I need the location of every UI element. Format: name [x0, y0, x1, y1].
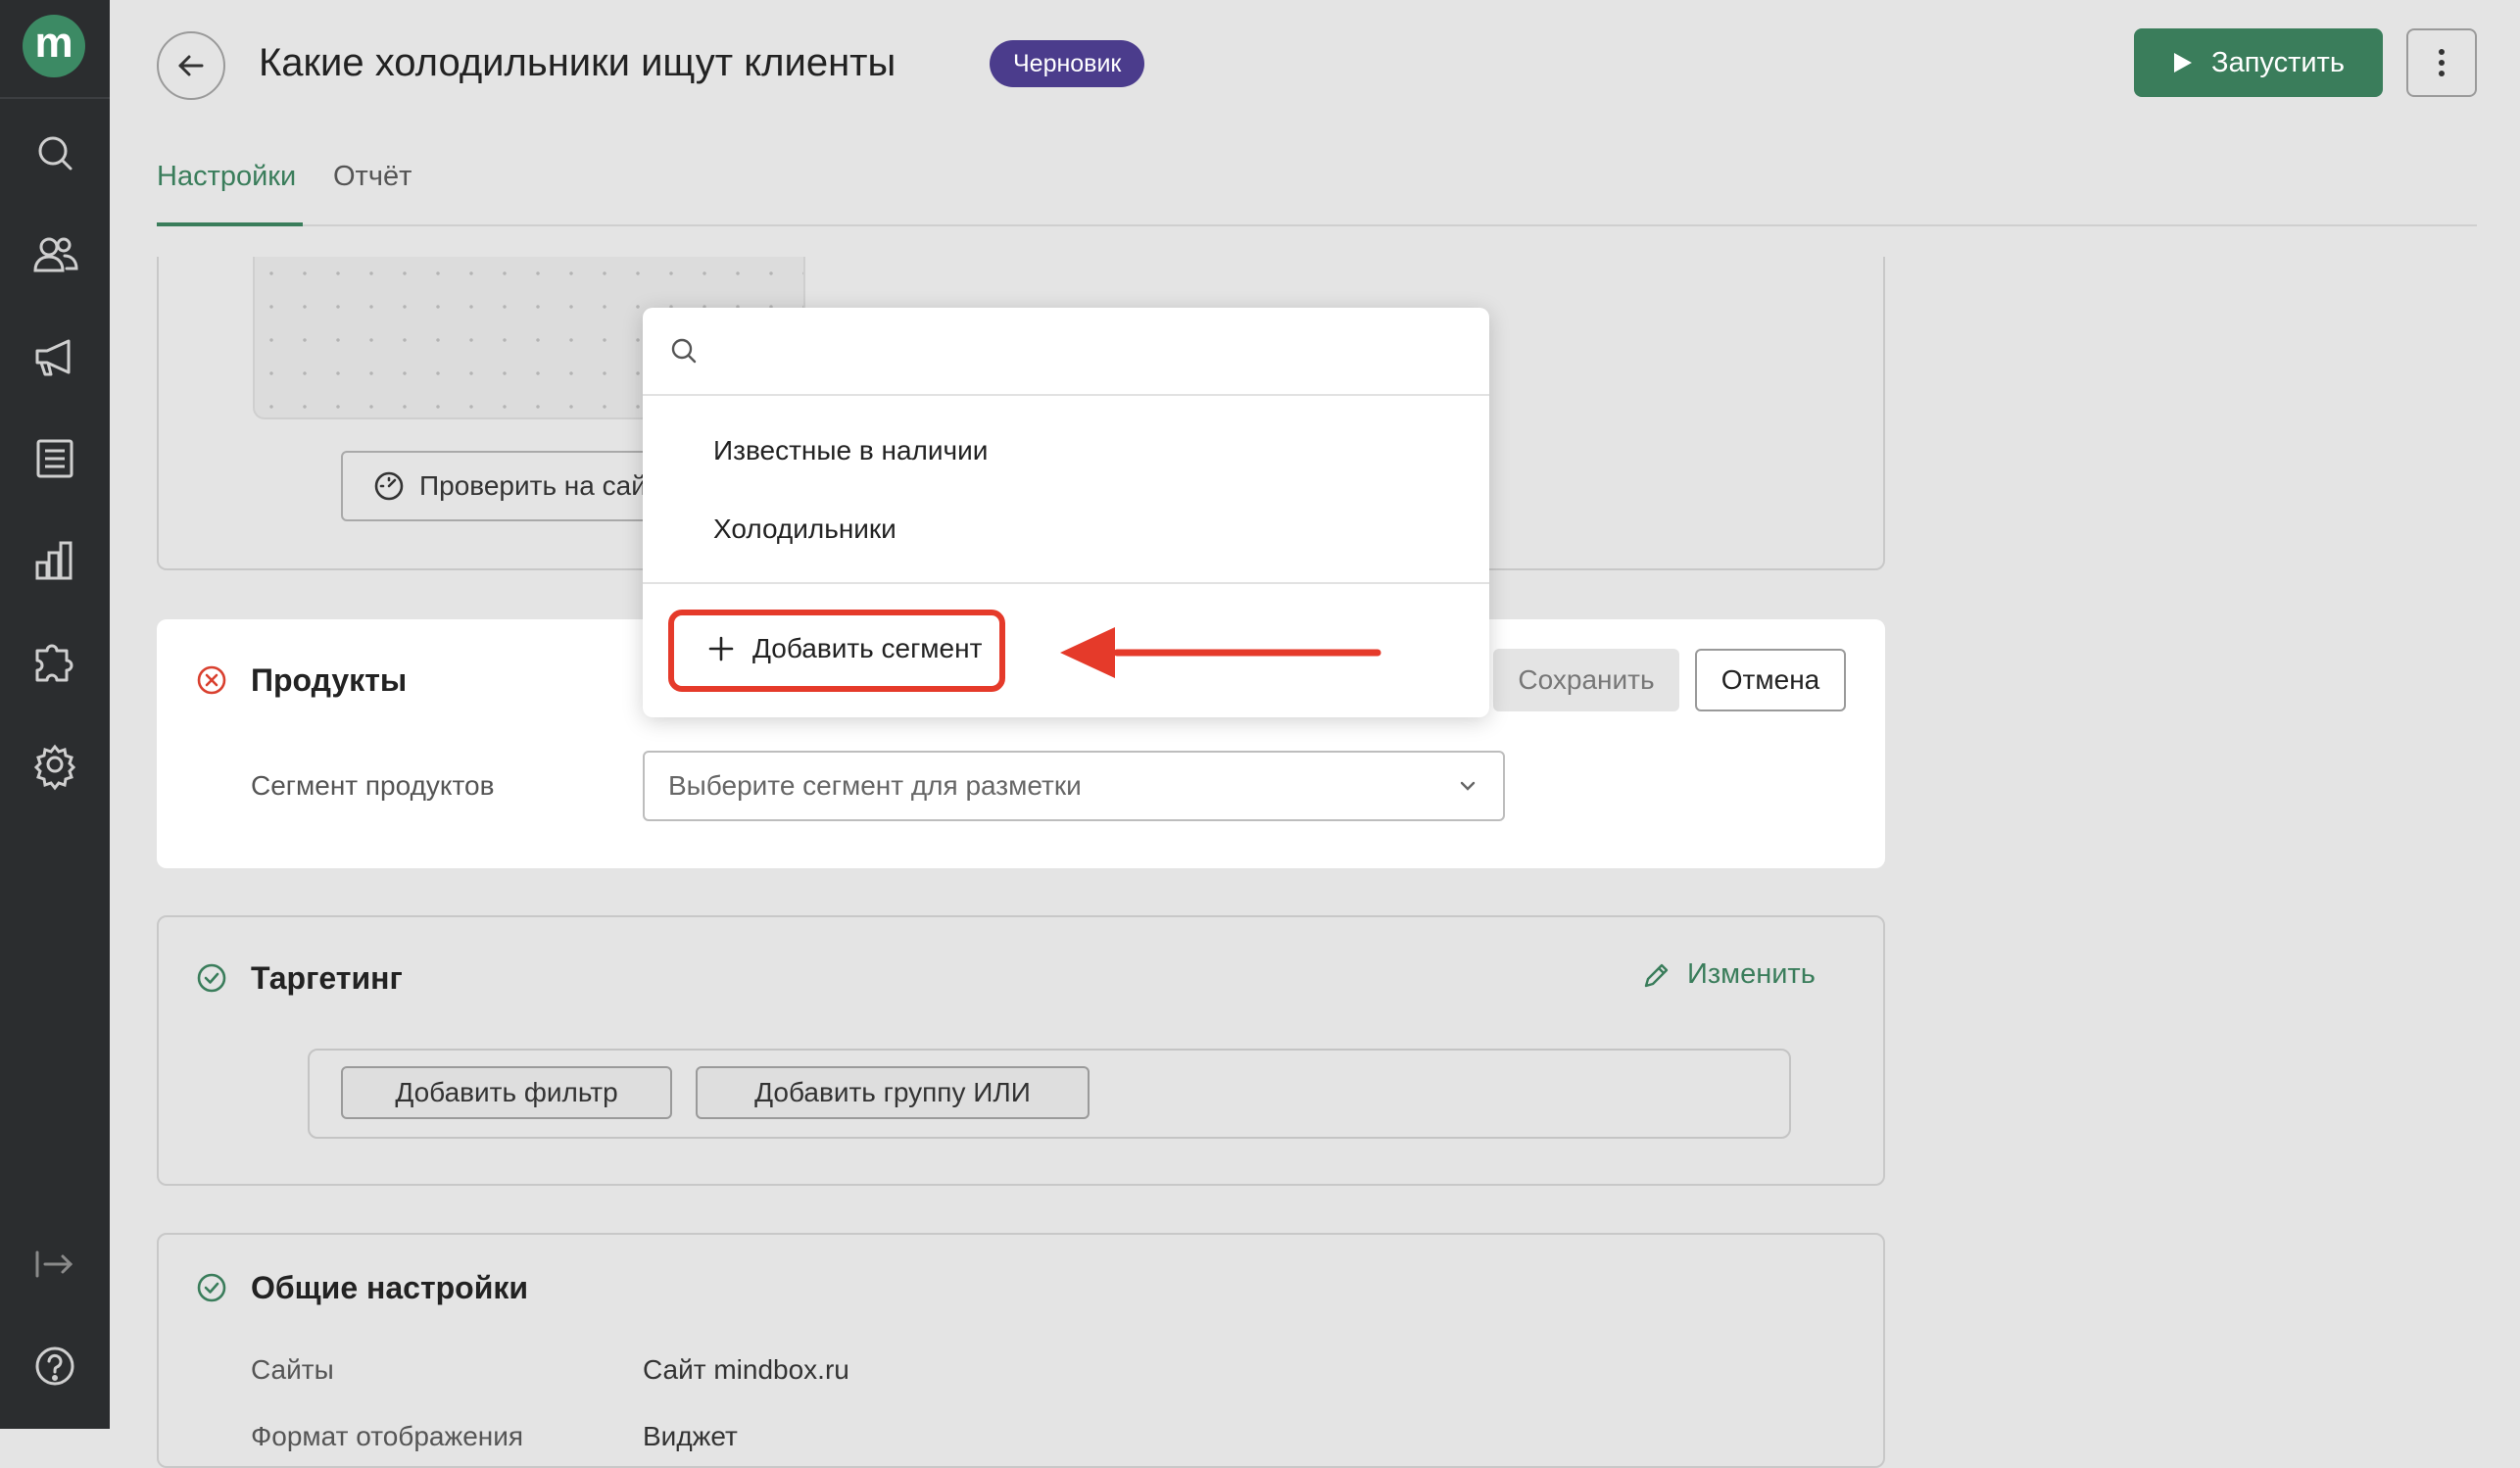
- sidebar-divider: [0, 97, 110, 99]
- segment-label: Сегмент продуктов: [251, 770, 495, 801]
- more-button[interactable]: [2406, 28, 2477, 97]
- page-title: Какие холодильники ищут клиенты: [259, 41, 897, 84]
- search-icon[interactable]: [27, 125, 82, 180]
- add-filter-button[interactable]: Добавить фильтр: [341, 1066, 672, 1119]
- sites-label: Сайты: [251, 1354, 334, 1385]
- run-button[interactable]: Запустить: [2134, 28, 2383, 97]
- display-format-value: Виджет: [643, 1421, 738, 1451]
- edit-link-label: Изменить: [1687, 958, 1816, 990]
- users-icon[interactable]: [27, 227, 82, 282]
- chevron-down-icon: [1460, 781, 1476, 791]
- add-segment-button[interactable]: Добавить сегмент: [707, 629, 982, 668]
- dropdown-option[interactable]: Холодильники: [713, 510, 897, 549]
- back-button[interactable]: [157, 31, 225, 100]
- save-button[interactable]: Сохранить: [1493, 649, 1679, 711]
- plus-icon: [708, 636, 734, 661]
- collapse-icon[interactable]: [27, 1237, 82, 1292]
- edit-targeting-link[interactable]: Изменить: [1642, 958, 1816, 991]
- sidebar: m: [0, 0, 110, 1429]
- dropdown-divider: [643, 582, 1489, 584]
- targeting-title: Таргетинг: [251, 960, 403, 996]
- error-circle-icon: [196, 664, 227, 696]
- sites-value: Сайт mindbox.ru: [643, 1354, 849, 1385]
- document-icon[interactable]: [27, 431, 82, 486]
- display-format-label: Формат отображения: [251, 1421, 524, 1451]
- check-on-site-label: Проверить на сайте: [419, 470, 674, 501]
- arrow-left-icon: [178, 55, 204, 76]
- active-tab-indicator: [157, 222, 303, 226]
- megaphone-icon[interactable]: [27, 329, 82, 384]
- check-circle-icon: [196, 1272, 227, 1303]
- add-or-group-button[interactable]: Добавить группу ИЛИ: [696, 1066, 1090, 1119]
- tab-settings[interactable]: Настройки: [157, 157, 296, 196]
- bar-chart-icon[interactable]: [27, 533, 82, 588]
- dropdown-option[interactable]: Известные в наличии: [713, 431, 988, 470]
- check-circle-icon: [196, 962, 227, 994]
- gear-icon[interactable]: [27, 737, 82, 792]
- segment-select-placeholder: Выберите сегмент для разметки: [668, 770, 1082, 801]
- annotation-arrow-icon: [1058, 623, 1381, 682]
- speedometer-icon: [374, 471, 404, 501]
- tab-report[interactable]: Отчёт: [333, 157, 412, 196]
- dropdown-search-input[interactable]: [643, 308, 1489, 394]
- cancel-button[interactable]: Отмена: [1695, 649, 1846, 711]
- run-button-label: Запустить: [2211, 46, 2345, 78]
- tabs-divider: [157, 224, 2477, 226]
- products-title: Продукты: [251, 662, 408, 698]
- help-icon[interactable]: [27, 1339, 82, 1394]
- dropdown-divider: [643, 394, 1489, 396]
- segment-select[interactable]: Выберите сегмент для разметки: [643, 751, 1505, 821]
- play-icon: [2174, 53, 2193, 73]
- general-settings-title: Общие настройки: [251, 1270, 529, 1305]
- status-badge: Черновик: [990, 40, 1145, 87]
- logo[interactable]: m: [23, 15, 85, 77]
- puzzle-icon[interactable]: [27, 635, 82, 690]
- add-segment-label: Добавить сегмент: [752, 633, 983, 663]
- pencil-icon: [1644, 963, 1669, 987]
- more-vertical-icon: [2439, 49, 2445, 76]
